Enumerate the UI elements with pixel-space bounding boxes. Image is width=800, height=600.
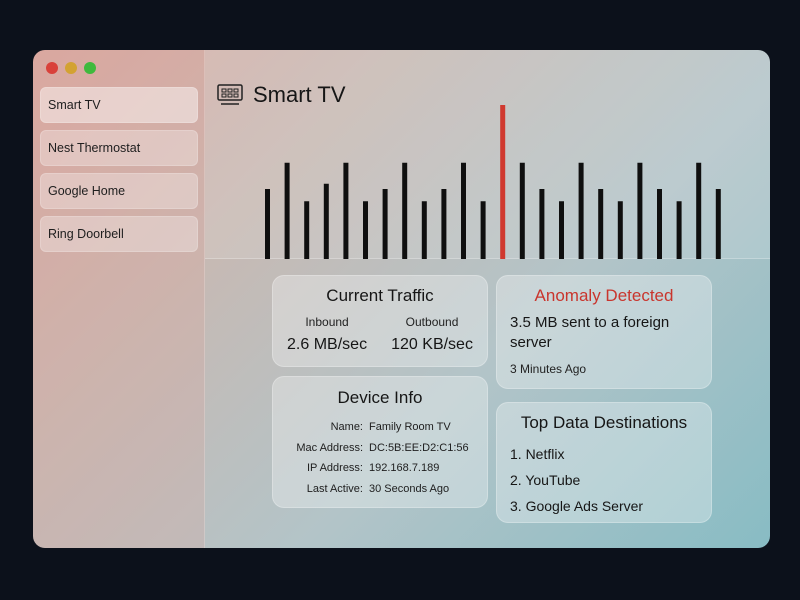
last-active-value: 30 Seconds Ago: [369, 482, 450, 495]
traffic-bar: [519, 162, 525, 259]
ip-address-value: 192.168.7.189: [369, 462, 440, 475]
ip-address-label: IP Address:: [306, 462, 363, 475]
traffic-bar: [284, 162, 290, 259]
ip-address-row: IP Address: 192.168.7.189: [273, 458, 487, 479]
top-destinations-title: Top Data Destinations: [520, 413, 688, 432]
traffic-bar: [637, 162, 643, 259]
traffic-bar: [598, 189, 604, 259]
traffic-bar: [343, 162, 349, 259]
sidebar-item-google-home[interactable]: Google Home: [40, 173, 198, 209]
anomaly-title: Anomaly Detected: [534, 286, 674, 305]
traffic-bar-anomaly: [500, 105, 506, 259]
traffic-bar: [402, 162, 408, 259]
current-traffic-card: Current Traffic Inbound 2.6 MB/sec Outbo…: [272, 275, 488, 367]
device-list: Smart TV Nest Thermostat Google Home Rin…: [40, 87, 198, 259]
mac-address-row: Mac Address: DC:5B:EE:D2:C1:56: [273, 438, 487, 459]
sidebar-item-label: Smart TV: [48, 98, 101, 112]
traffic-bar: [461, 162, 466, 259]
traffic-bar: [441, 189, 447, 259]
traffic-bar: [539, 189, 545, 259]
device-info-card: Device Info Name: Family Room TV Mac Add…: [272, 376, 488, 508]
traffic-bar: [480, 201, 486, 259]
inbound-stat: Inbound 2.6 MB/sec: [287, 315, 367, 354]
inbound-value: 2.6 MB/sec: [287, 336, 368, 353]
top-destinations-card: Top Data Destinations 1. Netflix 2. YouT…: [496, 402, 712, 523]
sidebar-item-smart-tv[interactable]: Smart TV: [40, 87, 198, 123]
anomaly-card[interactable]: Anomaly Detected 3.5 MB sent to a foreig…: [496, 275, 712, 389]
destination-item[interactable]: 1. Netflix: [510, 441, 711, 467]
traffic-bar: [265, 189, 270, 259]
last-active-row: Last Active: 30 Seconds Ago: [273, 479, 487, 500]
mac-address-label: Mac Address:: [296, 441, 363, 454]
traffic-bar: [421, 201, 427, 259]
traffic-bar: [657, 189, 662, 259]
outbound-value: 120 KB/sec: [391, 336, 473, 353]
app-window: Smart TV Nest Thermostat Google Home Rin…: [33, 50, 770, 548]
current-traffic-title: Current Traffic: [326, 286, 434, 305]
close-window-button[interactable]: [46, 62, 58, 74]
device-info-title: Device Info: [337, 388, 423, 407]
tv-icon: [217, 84, 243, 105]
traffic-bar: [382, 189, 388, 259]
sidebar: Smart TV Nest Thermostat Google Home Rin…: [33, 50, 205, 548]
device-name-row: Name: Family Room TV: [273, 417, 487, 438]
outbound-stat: Outbound 120 KB/sec: [391, 315, 473, 354]
outbound-label: Outbound: [405, 315, 459, 329]
device-name-label: Name:: [330, 421, 363, 434]
traffic-bar: [559, 201, 564, 259]
mac-address-value: DC:5B:EE:D2:C1:56: [369, 441, 469, 454]
anomaly-message: 3.5 MB sent to a foreign server: [510, 314, 670, 351]
destination-item[interactable]: 2. YouTube: [510, 467, 711, 493]
last-active-label: Last Active:: [306, 482, 363, 495]
zoom-window-button[interactable]: [84, 62, 96, 74]
traffic-bar: [363, 201, 368, 259]
anomaly-timestamp: 3 Minutes Ago: [510, 362, 587, 376]
sidebar-item-nest-thermostat[interactable]: Nest Thermostat: [40, 130, 198, 166]
sidebar-item-label: Ring Doorbell: [48, 227, 124, 241]
traffic-bar: [323, 183, 329, 259]
inbound-label: Inbound: [305, 315, 349, 329]
device-name-value: Family Room TV: [369, 421, 451, 434]
traffic-bar: [304, 201, 310, 259]
minimize-window-button[interactable]: [65, 62, 77, 74]
sidebar-item-ring-doorbell[interactable]: Ring Doorbell: [40, 216, 198, 252]
traffic-bar-chart: [265, 105, 721, 259]
traffic-bar: [696, 162, 702, 259]
destination-item[interactable]: 3. Google Ads Server: [510, 493, 711, 519]
traffic-bar: [617, 201, 623, 259]
window-controls: [46, 62, 96, 74]
traffic-bar: [676, 201, 682, 259]
traffic-bar: [715, 189, 721, 259]
sidebar-item-label: Google Home: [48, 184, 126, 198]
traffic-bar: [578, 162, 584, 259]
sidebar-item-label: Nest Thermostat: [48, 141, 141, 155]
